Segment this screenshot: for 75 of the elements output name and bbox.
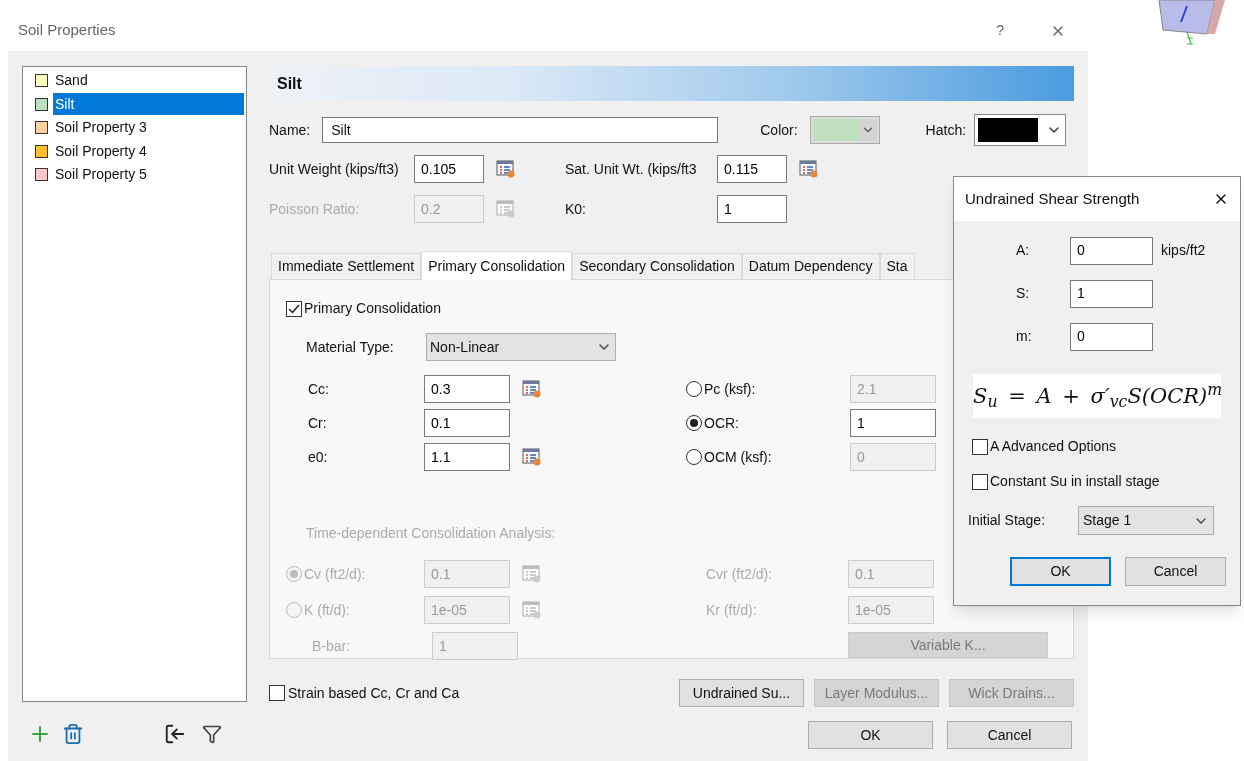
filter-icon[interactable] [202,724,222,744]
field-label: Unit Weight (kips/ft3) [269,159,400,179]
input-field[interactable]: 1.1 [424,443,510,471]
checkbox[interactable] [972,473,988,490]
input-field[interactable]: 0.1 [424,409,510,437]
input-field[interactable]: 1 [1070,279,1153,308]
field-label: Cvr (ft2/d): [706,564,774,584]
radio-button[interactable] [686,415,702,431]
soil-list-item[interactable]: Silt [53,93,244,116]
field-label: Initial Stage: [968,511,1047,530]
cancel-button[interactable]: Cancel [947,721,1072,749]
soil-list-item[interactable]: Soil Property 5 [53,163,244,186]
soil-list-item[interactable]: Sand [53,69,244,92]
input-field[interactable]: 0.3 [424,375,510,403]
field-label: A: [1016,241,1031,260]
input-field[interactable]: 1 [717,195,787,223]
section-header: Silt [269,66,1074,101]
stage-dropdown[interactable]: Stage 1 [1078,506,1214,535]
checkbox[interactable] [972,438,988,455]
soil-list-item[interactable]: Soil Property 4 [53,140,244,163]
soil-list-item[interactable]: Soil Property 3 [53,116,244,139]
input-field[interactable]: 0.105 [414,155,484,183]
field-label: Kr (ft/d): [706,600,758,620]
field-label: S: [1016,284,1031,303]
field-label: e0: [308,447,329,467]
checkbox-label: Strain based Cc, Cr and Ca [288,683,460,703]
tab[interactable]: Primary Consolidation [421,251,573,280]
ok-button[interactable]: OK [1010,557,1111,586]
checkbox[interactable] [286,300,302,317]
action-button[interactable]: Undrained Su... [679,679,804,707]
field-label: Hatch: [925,120,967,140]
radio-button[interactable] [286,602,302,618]
checkbox-label: Constant Su in install stage [990,472,1160,491]
tab[interactable]: Sta [879,253,915,279]
name-field[interactable]: Silt [322,117,719,143]
field-label: Pc (ksf): [704,379,757,399]
field-label: m: [1016,327,1033,346]
hatch-dropdown[interactable] [974,114,1067,146]
material-type-dropdown[interactable]: Non-Linear [426,333,616,361]
field-label: Cr: [308,413,328,433]
help-button[interactable]: ? [996,20,1004,41]
ok-button[interactable]: OK [808,721,933,749]
checkbox-label: A Advanced Options [990,437,1117,456]
field-label: Material Type: [306,337,395,357]
field-label: Color: [760,120,798,140]
tab[interactable]: Secondary Consolidation [572,253,742,279]
input-field[interactable]: 0 [1070,236,1153,265]
color-dropdown[interactable] [809,116,880,144]
field-label: K (ft/d): [304,600,351,620]
dialog-title: Undrained Shear Strength [965,188,1140,209]
unit-label: kips/ft2 [1161,241,1206,260]
checkbox-label: Primary Consolidation [304,299,441,318]
cancel-button[interactable]: Cancel [1125,557,1226,586]
field-label: Cv (ft2/d): [304,564,367,584]
input-field[interactable]: 1 [850,409,936,437]
window-title: Soil Properties [18,20,116,41]
axis-cube-icon [1155,0,1227,46]
field-label: Sat. Unit Wt. (kips/ft3 [565,159,698,179]
tab[interactable]: Immediate Settlement [271,253,422,279]
field-label: Name: [269,120,311,140]
field-label: Cc: [308,379,330,399]
input-field[interactable]: 0 [1070,322,1153,351]
field-label: OCR: [704,413,740,433]
delete-icon[interactable] [62,723,84,745]
import-icon[interactable] [164,723,186,745]
field-label: B-bar: [312,636,352,656]
input-field[interactable]: 0.115 [717,155,787,183]
field-label: Poisson Ratio: [269,199,361,219]
field-label: OCM (ksf): [704,447,773,467]
field-label: K0: [565,199,587,219]
radio-button[interactable] [286,566,302,582]
tab[interactable]: Datum Dependency [741,253,880,279]
section-label: Time-dependent Consolidation Analysis: [306,524,557,543]
formula: S$_{u}$ = A + σ′$_{vc}$S(OCR)$^{m}$ [973,374,1221,418]
checkbox[interactable] [269,685,285,701]
